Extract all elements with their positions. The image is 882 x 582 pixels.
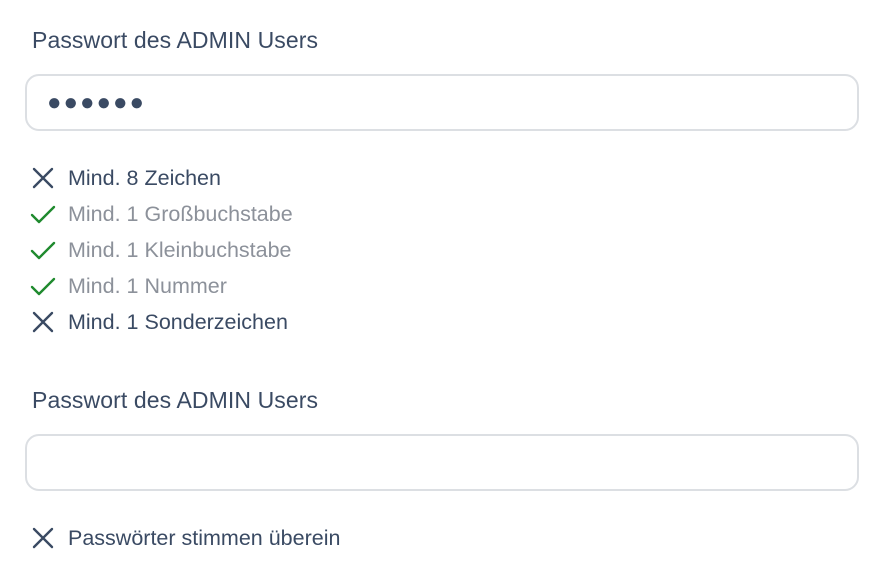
cross-icon [32, 527, 54, 549]
confirm-rules-list: Passwörter stimmen überein [30, 520, 340, 556]
rule-label: Mind. 1 Kleinbuchstabe [68, 237, 292, 262]
rule-label: Mind. 8 Zeichen [68, 165, 221, 190]
confirm-password-input[interactable] [25, 434, 859, 491]
rule-passwords-match: Passwörter stimmen überein [30, 520, 340, 556]
rule-label: Mind. 1 Großbuchstabe [68, 201, 293, 226]
password-input-value: ●●●●●● [47, 88, 146, 116]
rule-lowercase: Mind. 1 Kleinbuchstabe [30, 232, 293, 268]
rule-uppercase: Mind. 1 Großbuchstabe [30, 196, 293, 232]
rule-label: Passwörter stimmen überein [68, 525, 341, 550]
cross-icon [32, 311, 54, 333]
check-icon [30, 241, 56, 260]
password-input[interactable]: ●●●●●● [25, 74, 859, 131]
password-label: Passwort des ADMIN Users [32, 27, 319, 53]
rule-label: Mind. 1 Sonderzeichen [68, 309, 288, 334]
rule-number: Mind. 1 Nummer [30, 268, 293, 304]
admin-password-form: Passwort des ADMIN Users ●●●●●● Mind. 8 … [0, 0, 882, 582]
check-icon [30, 205, 56, 224]
cross-icon [32, 167, 54, 189]
check-icon [30, 277, 56, 296]
confirm-password-label: Passwort des ADMIN Users [32, 387, 319, 413]
password-rules-list: Mind. 8 Zeichen Mind. 1 Großbuchstabe Mi… [30, 160, 293, 340]
rule-special-char: Mind. 1 Sonderzeichen [30, 304, 293, 340]
rule-min-8-chars: Mind. 8 Zeichen [30, 160, 293, 196]
rule-label: Mind. 1 Nummer [68, 273, 227, 298]
